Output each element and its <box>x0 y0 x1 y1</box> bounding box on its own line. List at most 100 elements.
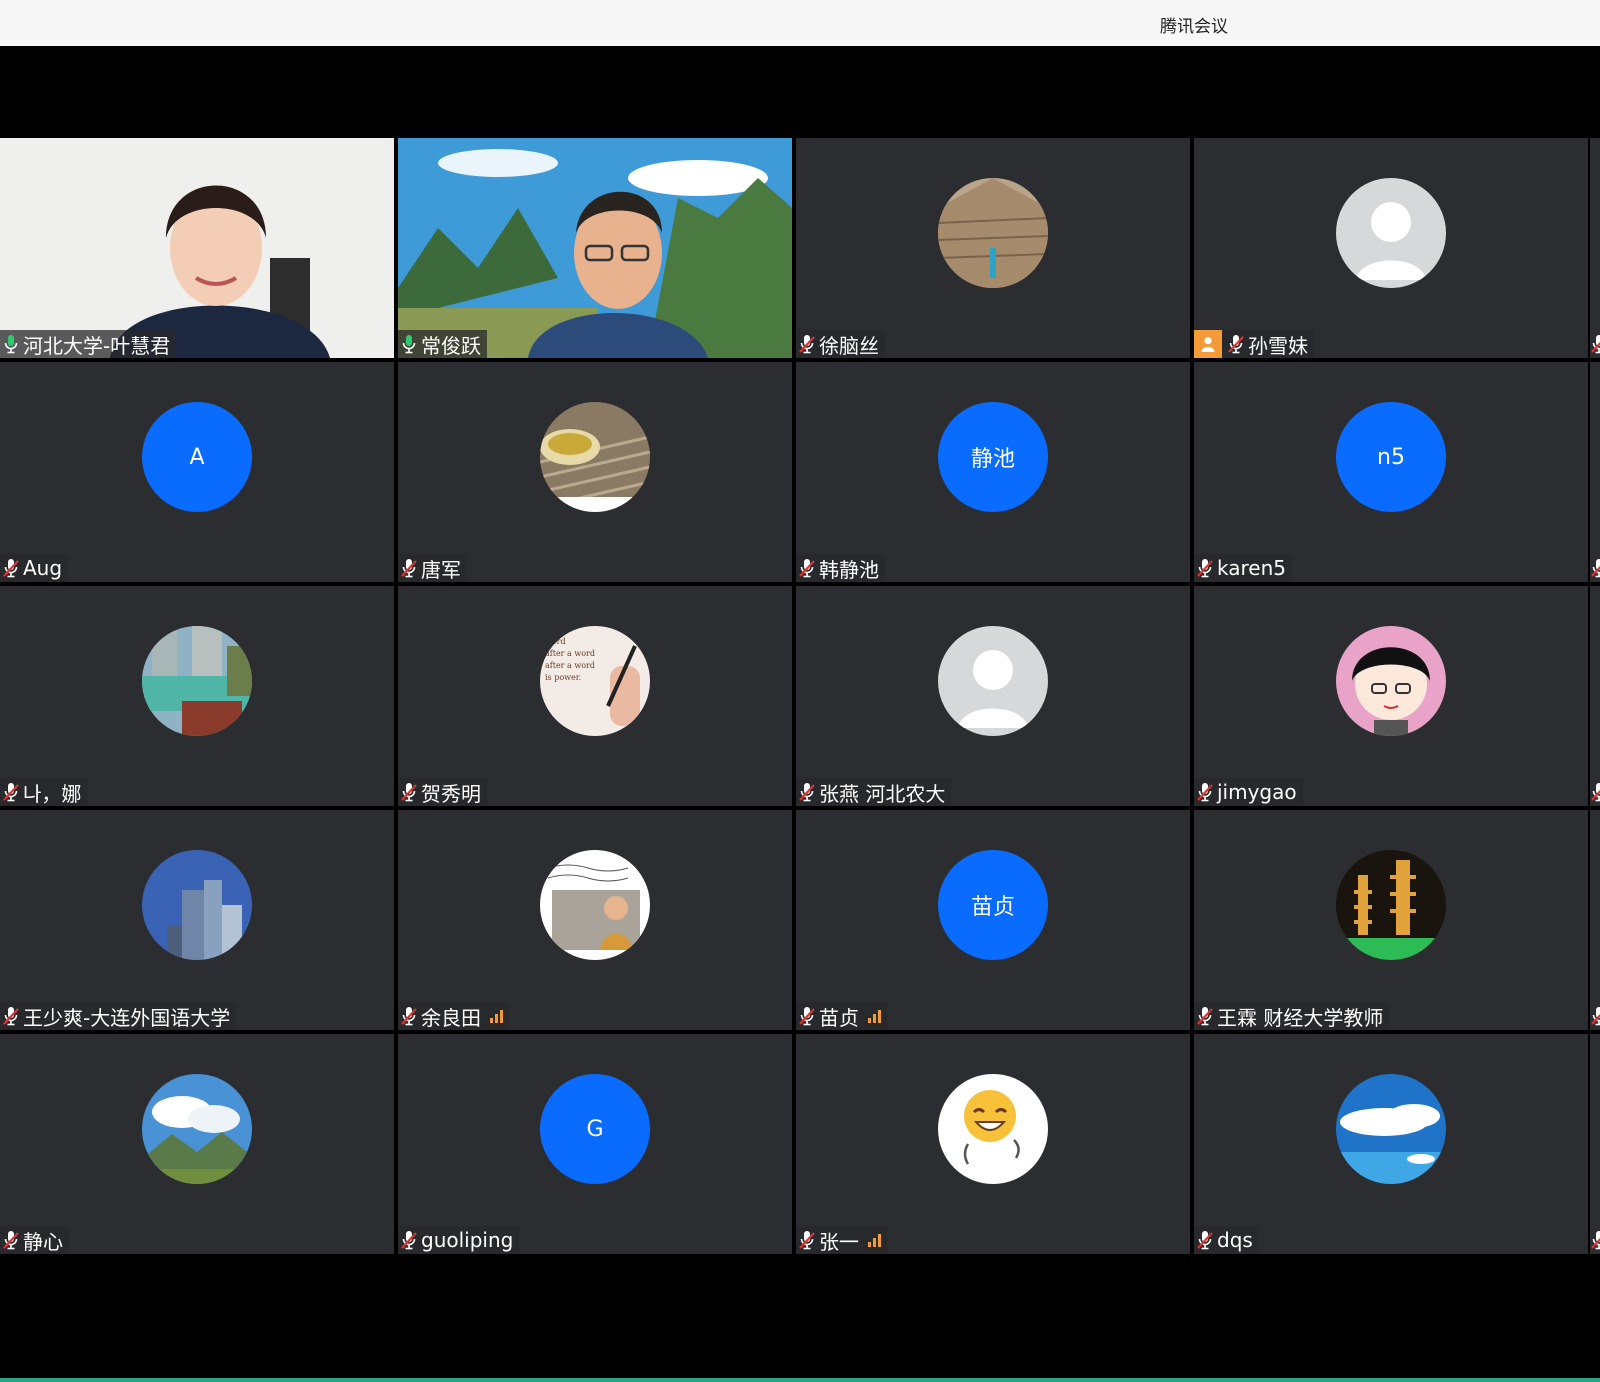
participant-nameplate: 孙雪妹 <box>1194 330 1314 358</box>
participant-tile[interactable]: 王霖 财经大学教师 <box>1194 810 1588 1030</box>
participant-name: karen5 <box>1217 556 1286 580</box>
participant-nameplate: karen5 <box>1194 554 1292 582</box>
participant-avatar: n5 <box>1336 402 1446 512</box>
participant-name: 张燕 河北农大 <box>819 781 946 806</box>
mic-muted-icon <box>1197 1231 1213 1250</box>
video-stage: 河北大学-叶慧君 常俊跃 徐脑丝 孙雪妹 A Aug 唐军 静池 韩静池 n5 … <box>0 46 1600 1378</box>
participant-avatar <box>1336 626 1446 736</box>
participant-tile-partial[interactable] <box>1590 586 1600 806</box>
avatar-initials: G <box>586 1116 604 1142</box>
mic-muted-icon <box>3 783 19 802</box>
participant-video <box>398 138 792 358</box>
participant-name: dqs <box>1217 1228 1253 1252</box>
mic-muted-icon <box>1591 1231 1600 1250</box>
participant-grid: 河北大学-叶慧君 常俊跃 徐脑丝 孙雪妹 A Aug 唐军 静池 韩静池 n5 … <box>0 138 1600 1258</box>
mic-muted-icon <box>401 1231 417 1250</box>
participant-avatar <box>938 626 1048 736</box>
participant-tile[interactable]: word after a word after a word is power. 贺秀… <box>398 586 792 806</box>
participant-video <box>0 138 394 358</box>
mic-muted-icon <box>401 1007 417 1026</box>
mic-muted-icon <box>3 1007 19 1026</box>
participant-tile[interactable]: A Aug <box>0 362 394 582</box>
mic-muted-icon <box>799 335 815 354</box>
mic-muted-icon <box>799 1007 815 1026</box>
participant-tile[interactable]: 静池 韩静池 <box>796 362 1190 582</box>
participant-tile[interactable]: 静心 <box>0 1034 394 1254</box>
participant-tile-partial[interactable] <box>1590 138 1600 358</box>
participant-name: 贺秀明 <box>421 781 481 806</box>
svg-text:after a word: after a word <box>545 661 595 670</box>
participant-avatar: 静池 <box>938 402 1048 512</box>
participant-nameplate: 余良田 <box>398 1002 509 1030</box>
participant-name: 常俊跃 <box>421 333 481 358</box>
participant-nameplate: 唐军 <box>398 554 467 582</box>
participant-name: 孙雪妹 <box>1248 333 1308 358</box>
participant-avatar: 苗贞 <box>938 850 1048 960</box>
mic-muted-icon <box>1197 1007 1213 1026</box>
participant-nameplate: 苗贞 <box>796 1002 887 1030</box>
participant-nameplate: Aug <box>0 554 69 582</box>
svg-text:is power.: is power. <box>545 673 581 682</box>
participant-tile[interactable]: dqs <box>1194 1034 1588 1254</box>
participant-avatar <box>540 850 650 960</box>
host-icon <box>1194 330 1222 358</box>
participant-tile-partial[interactable] <box>1590 1034 1600 1254</box>
participant-name: 나，娜 <box>23 781 82 806</box>
participant-tile[interactable]: 唐军 <box>398 362 792 582</box>
participant-name: 张一 <box>819 1229 859 1254</box>
title-bar: 腾讯会议 <box>0 0 1600 46</box>
svg-text:word: word <box>545 637 566 646</box>
participant-tile-partial[interactable] <box>1590 362 1600 582</box>
mic-muted-icon <box>1197 559 1213 578</box>
svg-text:after a word: after a word <box>545 649 595 658</box>
participant-tile[interactable]: 河北大学-叶慧君 <box>0 138 394 358</box>
participant-avatar <box>938 178 1048 288</box>
participant-tile[interactable]: 张一 <box>796 1034 1190 1254</box>
mic-muted-icon <box>1591 559 1600 578</box>
participant-name: jimygao <box>1217 780 1297 804</box>
participant-tile[interactable]: 徐脑丝 <box>796 138 1190 358</box>
mic-muted-icon <box>3 559 19 578</box>
mic-muted-icon <box>1197 783 1213 802</box>
participant-nameplate: 张一 <box>796 1226 887 1254</box>
participant-name: 王霖 财经大学教师 <box>1217 1005 1384 1030</box>
participant-tile[interactable]: G guoliping <box>398 1034 792 1254</box>
participant-nameplate: dqs <box>1194 1226 1259 1254</box>
mic-muted-icon <box>401 559 417 578</box>
participant-nameplate: 常俊跃 <box>398 330 487 358</box>
participant-name: 余良田 <box>421 1005 481 1030</box>
participant-tile[interactable]: 张燕 河北农大 <box>796 586 1190 806</box>
participant-tile[interactable]: 王少爽-大连外国语大学 <box>0 810 394 1030</box>
participant-nameplate: 张燕 河北农大 <box>796 778 952 806</box>
participant-tile[interactable]: 나，娜 <box>0 586 394 806</box>
participant-avatar <box>1336 1074 1446 1184</box>
mic-muted-icon <box>1228 335 1244 354</box>
participant-nameplate: 河北大学-叶慧君 <box>0 330 177 358</box>
mic-muted-icon <box>401 783 417 802</box>
participant-avatar <box>142 1074 252 1184</box>
participant-tile[interactable]: jimygao <box>1194 586 1588 806</box>
participant-name: 河北大学-叶慧君 <box>23 333 171 358</box>
participant-tile[interactable]: n5 karen5 <box>1194 362 1588 582</box>
participant-nameplate: guoliping <box>398 1226 520 1254</box>
mic-muted-icon <box>1591 783 1600 802</box>
participant-nameplate: 静心 <box>0 1226 69 1254</box>
avatar-initials: A <box>189 444 205 470</box>
participant-tile[interactable]: 余良田 <box>398 810 792 1030</box>
bottom-border <box>0 1378 1600 1382</box>
participant-avatar <box>1336 178 1446 288</box>
participant-nameplate: 韩静池 <box>796 554 885 582</box>
participant-tile[interactable]: 苗贞 苗贞 <box>796 810 1190 1030</box>
participant-name: 王少爽-大连外国语大学 <box>23 1005 231 1030</box>
app-title: 腾讯会议 <box>1160 17 1228 37</box>
participant-name: 徐脑丝 <box>819 333 879 358</box>
network-signal-icon <box>490 1009 503 1023</box>
participant-tile[interactable]: 常俊跃 <box>398 138 792 358</box>
participant-avatar <box>142 626 252 736</box>
participant-avatar <box>540 402 650 512</box>
participant-tile-partial[interactable] <box>1590 810 1600 1030</box>
participant-name: guoliping <box>421 1228 514 1252</box>
mic-muted-icon <box>799 783 815 802</box>
participant-tile[interactable]: 孙雪妹 <box>1194 138 1588 358</box>
participant-avatar <box>142 850 252 960</box>
